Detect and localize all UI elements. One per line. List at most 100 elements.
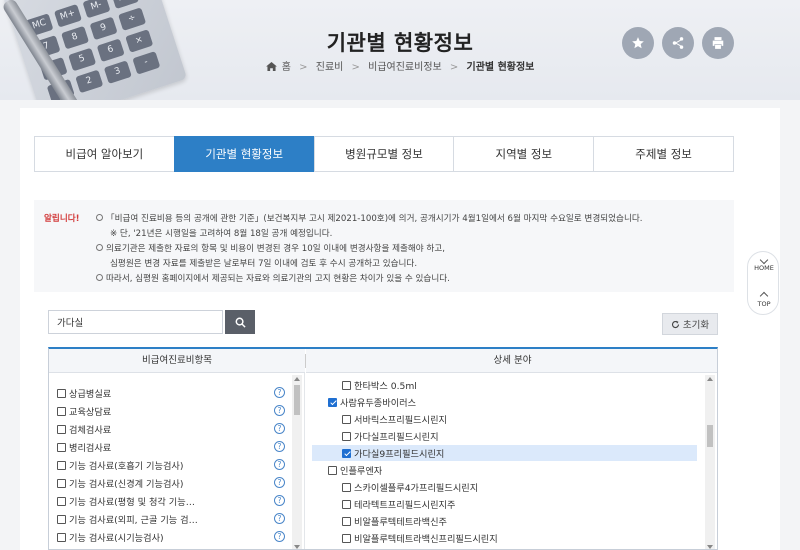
item-label: 기능 검사료(호흡기 기능검사) (69, 461, 184, 472)
breadcrumb-current: 기관별 현황정보 (466, 62, 535, 73)
item-checkbox[interactable] (342, 431, 351, 441)
item-checkbox[interactable] (57, 406, 66, 416)
help-icon[interactable]: ? (274, 513, 285, 524)
item-checkbox[interactable] (342, 533, 351, 543)
nonpay-item[interactable]: 기능 검사료(외피, 근골 기능 검… (57, 511, 198, 527)
item-checkbox[interactable] (57, 532, 66, 542)
nonpay-item[interactable]: 검체검사료 (57, 421, 111, 437)
calculator-key: M+ (53, 3, 83, 28)
help-icon[interactable]: ? (274, 531, 285, 542)
breadcrumb-separator: > (351, 62, 360, 73)
detail-category[interactable]: 사람유두종바이러스 (308, 394, 697, 410)
detail-item[interactable]: 비알플루텍테트라백신프리필드시린지 (312, 530, 697, 546)
item-checkbox[interactable] (328, 397, 337, 407)
left-scrollbar[interactable] (292, 375, 302, 549)
chevron-up-icon (759, 291, 769, 301)
search-input[interactable] (48, 310, 223, 334)
home-icon (265, 62, 277, 71)
detail-category[interactable]: 인플루엔자 (308, 462, 697, 478)
print-icon (712, 37, 724, 49)
content-card: 비급여 알아보기 기관별 현황정보 병원규모별 정보 지역별 정보 주제별 정보… (20, 108, 780, 550)
breadcrumb-item[interactable]: 진료비 (316, 62, 344, 73)
scroll-down-arrow[interactable] (707, 545, 713, 549)
item-checkbox[interactable] (57, 496, 66, 506)
nonpay-item[interactable]: 병리검사료 (57, 439, 111, 455)
item-checkbox[interactable] (342, 499, 351, 509)
tab-nonpay-intro[interactable]: 비급여 알아보기 (34, 136, 174, 172)
help-icon[interactable]: ? (274, 441, 285, 452)
chevron-down-icon (759, 255, 769, 265)
nonpay-item[interactable]: 기능 검사료(호흡기 기능검사) (57, 457, 183, 473)
nonpay-item-list: 상급병실료? 교육상담료? 검체검사료? 병리검사료? 기능 검사료(호흡기 기능검사)… (49, 373, 305, 549)
detail-item[interactable]: 서바릭스프리필드시린지 (312, 411, 697, 427)
tab-hospital-size[interactable]: 병원규모별 정보 (313, 136, 454, 172)
print-button[interactable] (702, 27, 734, 59)
nonpay-item[interactable]: 기능 검사료(평형 및 청각 기능… (57, 493, 195, 509)
item-label: 가다실9프리필드시린지 (354, 449, 445, 460)
detail-item[interactable]: 가다실9프리필드시린지 (312, 445, 697, 461)
item-checkbox[interactable] (57, 442, 66, 452)
breadcrumb-item[interactable]: 비급여진료비정보 (368, 62, 442, 73)
detail-item[interactable]: 스카이셀플루4가프리필드시린지 (312, 479, 697, 495)
breadcrumb-separator: > (449, 62, 459, 73)
item-label: 비알플루텍테트라백신주 (354, 517, 447, 528)
help-icon[interactable]: ? (274, 387, 285, 398)
item-checkbox[interactable] (328, 465, 337, 475)
item-label: 기능 검사료(신경계 기능검사) (69, 479, 184, 490)
tab-bar: 비급여 알아보기 기관별 현황정보 병원규모별 정보 지역별 정보 주제별 정보 (34, 136, 734, 172)
help-icon[interactable]: ? (274, 423, 285, 434)
notice-line: 의료기관은 제출한 자료의 항목 및 비용이 변경된 경우 10일 이내에 변경… (96, 242, 445, 254)
item-label: 한타박스 0.5ml (354, 381, 417, 392)
notice-label: 알립니다! (44, 214, 80, 224)
detail-item[interactable]: 가다실프리필드시린지 (312, 428, 697, 444)
scroll-up-arrow[interactable] (707, 377, 713, 381)
breadcrumb-separator: > (299, 62, 308, 73)
item-checkbox[interactable] (57, 388, 66, 398)
item-checkbox[interactable] (57, 460, 66, 470)
item-checkbox[interactable] (57, 424, 66, 434)
refresh-icon (671, 320, 679, 328)
nonpay-item[interactable]: 기능 검사료(시기능검사) (57, 529, 164, 545)
help-icon[interactable]: ? (274, 459, 285, 470)
tab-topic[interactable]: 주제별 정보 (593, 136, 734, 172)
item-checkbox[interactable] (57, 478, 66, 488)
help-icon[interactable]: ? (274, 477, 285, 488)
page-header: MCM+M-MR789÷456×123- 기관별 현황정보 홈 > 진료비 > … (0, 0, 800, 100)
item-checkbox[interactable] (342, 380, 351, 390)
item-checkbox[interactable] (342, 482, 351, 492)
share-button[interactable] (662, 27, 694, 59)
item-checkbox[interactable] (342, 516, 351, 526)
home-button[interactable]: HOME (748, 254, 780, 284)
nonpay-item[interactable]: 상급병실료 (57, 385, 111, 401)
tab-institution-status[interactable]: 기관별 현황정보 (173, 136, 314, 172)
reset-button[interactable]: 초기화 (662, 313, 718, 335)
calculator-key: MR (110, 0, 140, 10)
notice-box: 알립니다! 「비급여 진료비용 등의 공개에 관한 기준」(보건복지부 고시 제… (34, 200, 734, 292)
scroll-thumb[interactable] (707, 425, 713, 447)
detail-item[interactable]: 한타박스 0.5ml (312, 377, 697, 393)
detail-item[interactable]: 테라텍트프리필드시린지주 (312, 496, 697, 512)
top-button[interactable]: TOP (748, 285, 780, 315)
item-label: 검체검사료 (69, 425, 112, 436)
scroll-down-arrow[interactable] (294, 545, 300, 549)
tab-region[interactable]: 지역별 정보 (453, 136, 594, 172)
breadcrumb-home[interactable]: 홈 (282, 62, 291, 73)
search-button[interactable] (225, 310, 255, 334)
scroll-up-arrow[interactable] (294, 377, 300, 381)
reset-label: 초기화 (682, 320, 710, 331)
nonpay-item[interactable]: 교육상담료 (57, 403, 111, 419)
favorite-button[interactable] (622, 27, 654, 59)
detail-item[interactable]: 비알플루텍테트라백신주 (312, 513, 697, 529)
item-label: 교육상담료 (69, 407, 112, 418)
help-icon[interactable]: ? (274, 405, 285, 416)
help-icon[interactable]: ? (274, 495, 285, 506)
top-label: TOP (757, 300, 771, 308)
scroll-thumb[interactable] (294, 385, 300, 415)
notice-line: ※ 단, '21년은 시행일을 고려하여 8월 18일 공개 예정입니다. (110, 229, 333, 239)
item-checkbox[interactable] (342, 414, 351, 424)
right-scrollbar[interactable] (705, 375, 715, 549)
item-label: 스카이셀플루4가프리필드시린지 (354, 483, 479, 494)
item-checkbox[interactable] (57, 514, 66, 524)
item-checkbox[interactable] (342, 448, 351, 458)
nonpay-item[interactable]: 기능 검사료(신경계 기능검사) (57, 475, 183, 491)
